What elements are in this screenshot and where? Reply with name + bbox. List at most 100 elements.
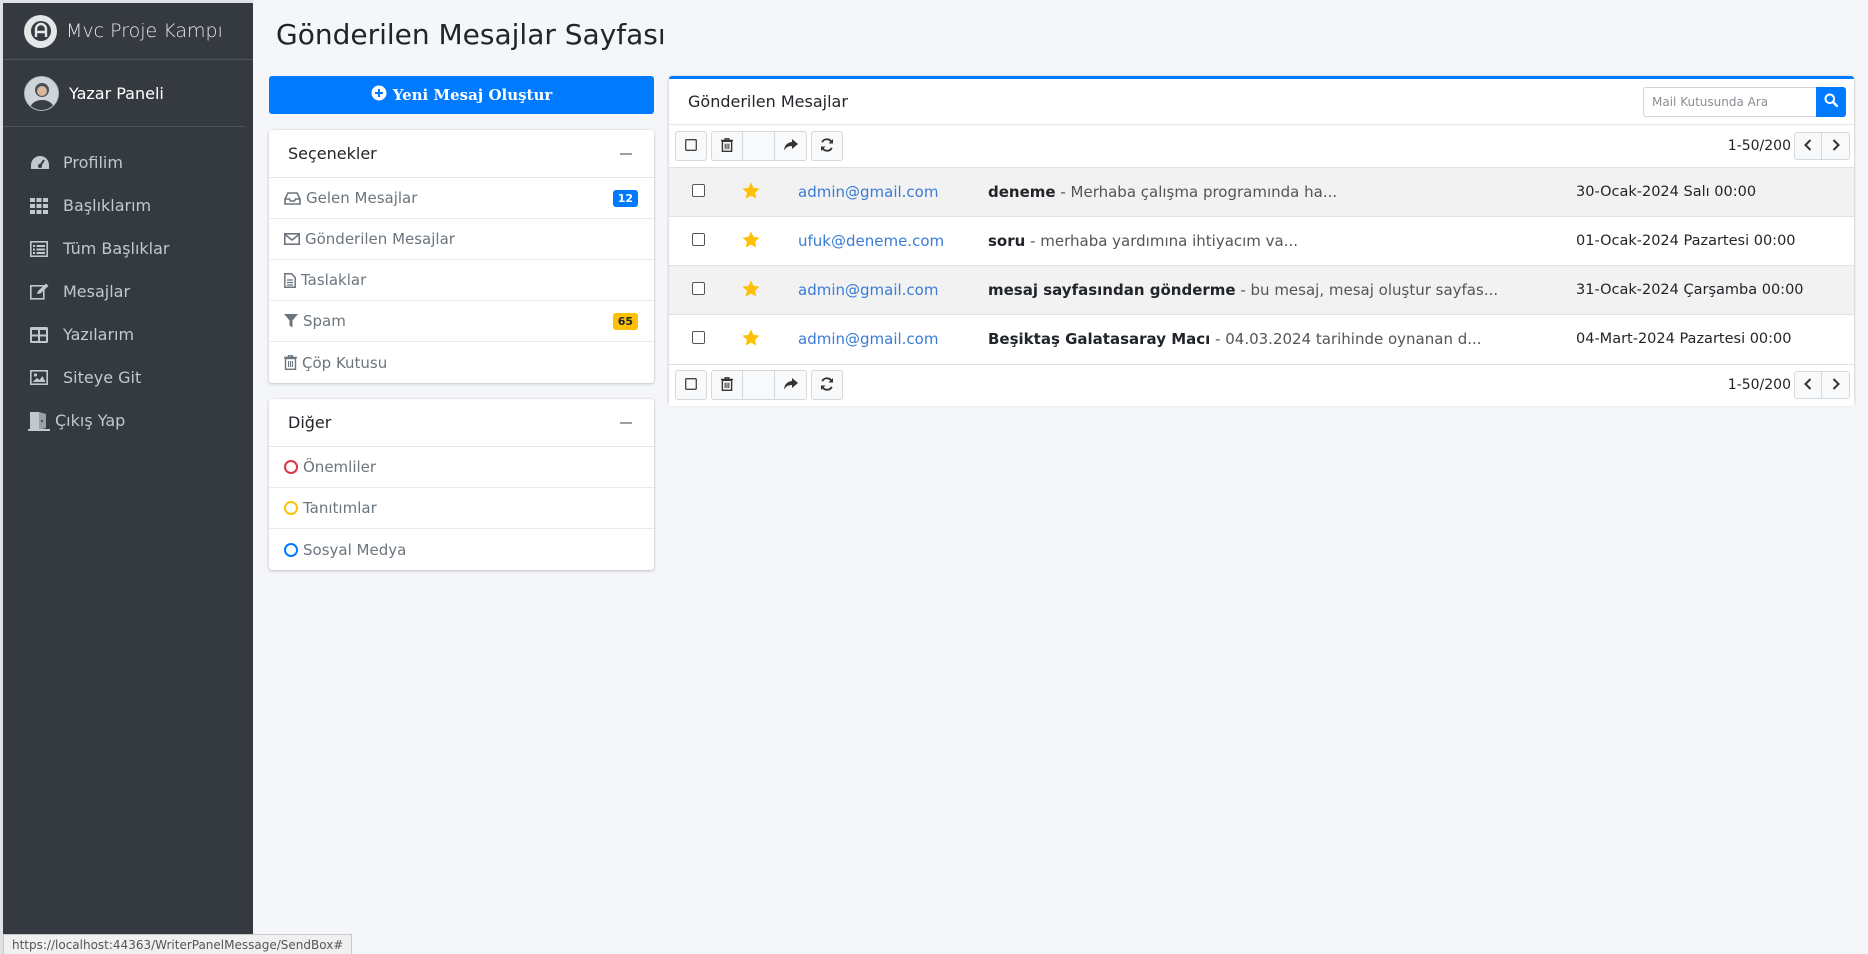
refresh-button[interactable]: [811, 131, 843, 161]
refresh-icon: [820, 137, 834, 155]
mail-table: admin@gmail.com deneme - Merhaba çalışma…: [669, 167, 1854, 364]
row-checkbox[interactable]: [692, 233, 705, 246]
sidebar: Mvc Proje Kampı Yazar Paneli Profilim Ba…: [0, 0, 253, 954]
mail-preview: - bu mesaj, mesaj oluştur sayfas...: [1235, 281, 1499, 299]
mailbox-header: Gönderilen Mesajlar: [669, 79, 1854, 125]
refresh-icon: [820, 376, 834, 394]
folder-inbox[interactable]: Gelen Mesajlar 12: [269, 178, 654, 219]
red-circle-icon: [284, 460, 298, 474]
folder-spam[interactable]: Spam 65: [269, 301, 654, 342]
mail-actions-group: [711, 370, 807, 400]
label-promotions[interactable]: Tanıtımlar: [269, 488, 654, 529]
chevron-left-icon: [1804, 138, 1812, 154]
table-row[interactable]: admin@gmail.com mesaj sayfasından gönder…: [669, 265, 1854, 315]
image-icon: [30, 370, 55, 385]
mail-search: [1643, 86, 1846, 117]
collapse-minus-icon[interactable]: [620, 421, 632, 424]
row-checkbox[interactable]: [692, 282, 705, 295]
brand-link[interactable]: Mvc Proje Kampı: [3, 3, 253, 60]
table-row[interactable]: admin@gmail.com deneme - Merhaba çalışma…: [669, 167, 1854, 217]
mail-preview: - 04.03.2024 tarihinde oynanan d...: [1210, 330, 1482, 349]
chevron-left-icon: [1804, 377, 1812, 393]
mailbox-controls-top: 1-50/200: [669, 125, 1854, 167]
sidebar-item-label: Tüm Başlıklar: [63, 239, 170, 258]
folders-header: Seçenekler: [269, 130, 654, 178]
star-icon[interactable]: [742, 329, 760, 350]
blue-circle-icon: [284, 542, 298, 557]
mailbox-controls-bottom: 1-50/200: [669, 363, 1854, 406]
sidebar-item-label: Yazılarım: [63, 325, 135, 344]
delete-button[interactable]: [711, 131, 743, 161]
chevron-right-icon: [1832, 138, 1840, 154]
sidebar-item-basliklarim[interactable]: Başlıklarım: [3, 184, 253, 227]
select-all-button[interactable]: [675, 131, 707, 161]
sidebar-item-yazilarim[interactable]: Yazılarım: [3, 313, 253, 356]
grid-icon: [30, 197, 55, 214]
folder-sent[interactable]: Gönderilen Mesajlar: [269, 219, 654, 260]
row-checkbox[interactable]: [692, 184, 705, 197]
star-icon[interactable]: [742, 182, 760, 203]
reply-button[interactable]: [743, 370, 775, 400]
label-social[interactable]: Sosyal Medya: [269, 529, 654, 570]
star-icon[interactable]: [742, 231, 760, 252]
star-icon[interactable]: [742, 280, 760, 301]
table-row[interactable]: admin@gmail.com Beşiktaş Galatasaray Mac…: [669, 314, 1854, 364]
mail-subject: soru: [988, 232, 1026, 250]
prev-page-button[interactable]: [1794, 371, 1822, 399]
table-row[interactable]: ufuk@deneme.com soru - merhaba yardımına…: [669, 216, 1854, 266]
prev-page-button[interactable]: [1794, 132, 1822, 160]
edit-icon: [30, 283, 55, 300]
sidebar-item-siteye-git[interactable]: Siteye Git: [3, 356, 253, 399]
folder-trash[interactable]: Çöp Kutusu: [269, 342, 654, 383]
folder-label: Spam: [303, 312, 346, 330]
label-important[interactable]: Önemliler: [269, 447, 654, 488]
reply-button[interactable]: [743, 131, 775, 161]
brand-title: Mvc Proje Kampı: [66, 20, 223, 42]
row-checkbox[interactable]: [692, 331, 705, 345]
sidebar-item-label: Profilim: [63, 153, 123, 172]
user-panel[interactable]: Yazar Paneli: [3, 60, 245, 127]
filter-icon: [284, 314, 298, 328]
inbox-icon: [284, 191, 301, 205]
trash-icon: [721, 137, 733, 155]
compose-button[interactable]: Yeni Mesaj Oluştur: [269, 76, 654, 114]
page-title: Gönderilen Mesajlar Sayfası: [276, 18, 666, 51]
label-name: Sosyal Medya: [303, 540, 407, 559]
next-page-button[interactable]: [1822, 132, 1850, 160]
sidebar-item-cikis-yap[interactable]: Çıkış Yap: [3, 399, 253, 442]
forward-button[interactable]: [775, 370, 807, 400]
table-icon: [30, 326, 55, 343]
share-icon: [783, 377, 798, 393]
sidebar-nav: Profilim Başlıklarım Tüm Başlıklar Mesaj…: [3, 127, 253, 442]
mail-preview: - Merhaba çalışma programında ha...: [1055, 183, 1338, 201]
mail-recipient[interactable]: admin@gmail.com: [798, 330, 938, 348]
mail-recipient[interactable]: ufuk@deneme.com: [798, 232, 944, 250]
sidebar-item-mesajlar[interactable]: Mesajlar: [3, 270, 253, 313]
collapse-minus-icon[interactable]: [620, 152, 632, 155]
mail-preview: - merhaba yardımına ihtiyacım va...: [1025, 232, 1299, 250]
status-bar-url: https://localhost:44363/WriterPanelMessa…: [3, 934, 353, 954]
search-input[interactable]: [1643, 86, 1816, 117]
share-icon: [783, 138, 798, 154]
sidebar-item-profilim[interactable]: Profilim: [3, 141, 253, 184]
delete-button[interactable]: [711, 370, 743, 400]
inbox-count-badge: 12: [612, 189, 638, 207]
sidebar-item-label: Siteye Git: [63, 368, 142, 387]
refresh-button[interactable]: [811, 370, 843, 400]
sidebar-item-label: Başlıklarım: [63, 196, 152, 215]
checkbox-icon: [685, 377, 697, 393]
next-page-button[interactable]: [1822, 371, 1850, 399]
search-icon: [1824, 93, 1839, 110]
exit-icon: [28, 411, 52, 431]
mailbox-card: Gönderilen Mesajlar 1-: [669, 76, 1854, 406]
mail-date: 31-Ocak-2024 Çarşamba 00:00: [1576, 282, 1804, 298]
folder-drafts[interactable]: Taslaklar: [269, 260, 654, 301]
folders-card: Seçenekler Gelen Mesajlar 12 Gönderilen …: [269, 130, 654, 383]
mail-recipient[interactable]: admin@gmail.com: [798, 183, 938, 201]
mail-date: 01-Ocak-2024 Pazartesi 00:00: [1576, 233, 1796, 249]
mail-recipient[interactable]: admin@gmail.com: [798, 281, 938, 299]
select-all-button[interactable]: [675, 370, 707, 400]
search-button[interactable]: [1816, 86, 1846, 117]
sidebar-item-tum-basliklar[interactable]: Tüm Başlıklar: [3, 227, 253, 270]
forward-button[interactable]: [775, 131, 807, 161]
